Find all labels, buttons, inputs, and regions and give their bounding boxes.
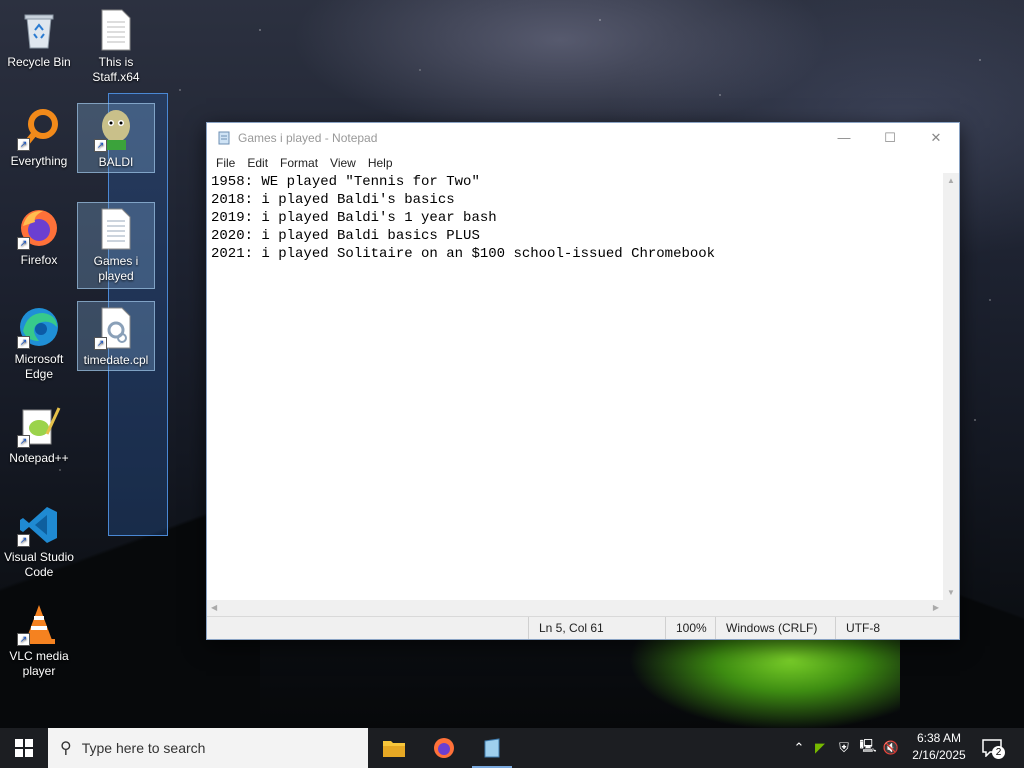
search-placeholder: Type here to search xyxy=(81,740,206,756)
taskbar: ⚲ Type here to search ⌃ ◤ ⛨ 🖳 🔇 6:38 AM … xyxy=(0,728,1024,768)
notepad-icon xyxy=(218,131,230,144)
desktop-icon-label: Everything xyxy=(10,154,68,168)
menu-view[interactable]: View xyxy=(324,156,362,170)
window-title: Games i played - Notepad xyxy=(238,130,378,145)
minimize-icon: — xyxy=(837,130,851,145)
horizontal-scrollbar[interactable]: ◀ ▶ xyxy=(207,600,943,616)
status-cursor-position: Ln 5, Col 61 xyxy=(528,617,604,639)
desktop-icon-label: Recycle Bin xyxy=(7,55,71,69)
desktop-icon-label: Visual Studio Code xyxy=(4,550,74,579)
taskbar-notepad[interactable] xyxy=(468,728,516,768)
desktop-icon-label: This is Staff.x64 xyxy=(92,55,140,84)
security-icon[interactable]: ⛨ xyxy=(832,740,856,756)
shortcut-arrow-icon: ↗ xyxy=(17,534,30,547)
vlc-icon: ↗ xyxy=(17,602,61,646)
desktop-icon-this-is-staff[interactable]: This is Staff.x64 xyxy=(78,4,154,90)
notepadpp-icon: ↗ xyxy=(17,404,61,448)
text-line: 2019: i played Baldi's 1 year bash xyxy=(211,210,497,226)
status-zoom: 100% xyxy=(665,617,707,639)
vscode-icon: ↗ xyxy=(17,503,61,547)
shortcut-arrow-icon: ↗ xyxy=(17,336,30,349)
desktop-icon-games-i-played[interactable]: Games i played xyxy=(77,202,155,289)
text-line: 1958: WE played "Tennis for Two" xyxy=(211,174,480,190)
volume-muted-icon[interactable]: 🔇 xyxy=(880,740,902,756)
edge-icon: ↗ xyxy=(17,305,61,349)
notepad-window[interactable]: Games i played - Notepad — ☐ ✕ File Edit… xyxy=(206,122,960,640)
vertical-scrollbar[interactable]: ▲ ▼ xyxy=(943,173,959,600)
chevron-up-icon[interactable]: ⌃ xyxy=(790,740,808,756)
desktop-icon-label: timedate.cpl xyxy=(83,353,149,367)
start-button[interactable] xyxy=(0,728,48,768)
menu-file[interactable]: File xyxy=(210,156,241,170)
desktop-icon-label: Microsoft Edge xyxy=(14,352,64,381)
scroll-up-icon[interactable]: ▲ xyxy=(947,176,955,185)
shortcut-arrow-icon: ↗ xyxy=(17,633,30,646)
shortcut-arrow-icon: ↗ xyxy=(17,435,30,448)
desktop-icon-timedate-cpl[interactable]: ↗ timedate.cpl xyxy=(77,301,155,371)
nvidia-icon[interactable]: ◤ xyxy=(808,740,832,756)
file-explorer-icon xyxy=(383,741,405,757)
desktop-icon-label: VLC media player xyxy=(9,649,69,678)
desktop-icon-label: BALDI xyxy=(98,155,134,169)
maximize-icon: ☐ xyxy=(884,129,896,145)
desktop-icon-firefox[interactable]: ↗ Firefox xyxy=(1,202,77,272)
system-tray: ⌃ ◤ ⛨ 🖳 🔇 xyxy=(790,728,902,768)
clock-date: 2/16/2025 xyxy=(912,748,966,762)
maximize-button[interactable]: ☐ xyxy=(867,123,913,152)
text-line: 2020: i played Baldi basics PLUS xyxy=(211,228,480,244)
notepad-file-icon xyxy=(94,207,138,251)
close-icon: ✕ xyxy=(930,129,942,145)
shortcut-arrow-icon: ↗ xyxy=(94,337,107,350)
taskbar-clock[interactable]: 6:38 AM 2/16/2025 xyxy=(906,730,972,764)
text-file-icon xyxy=(94,8,138,52)
shortcut-arrow-icon: ↗ xyxy=(17,138,30,151)
notification-center-button[interactable]: 2 xyxy=(980,736,1006,760)
baldi-icon: ↗ xyxy=(94,108,138,152)
desktop-icon-everything[interactable]: ↗ Everything xyxy=(1,103,77,173)
control-panel-file-icon: ↗ xyxy=(94,306,138,350)
desktop-icon-baldi[interactable]: ↗ BALDI xyxy=(77,103,155,173)
status-encoding: UTF-8 xyxy=(835,617,880,639)
notification-count-badge: 2 xyxy=(992,746,1005,759)
minimize-button[interactable]: — xyxy=(821,123,867,152)
clock-time: 6:38 AM xyxy=(916,731,962,745)
notepad-icon xyxy=(484,738,500,758)
close-button[interactable]: ✕ xyxy=(913,123,959,152)
desktop-icon-microsoft-edge[interactable]: ↗ Microsoft Edge xyxy=(1,301,77,387)
status-bar: Ln 5, Col 61 100% Windows (CRLF) UTF-8 xyxy=(207,616,959,639)
taskbar-file-explorer[interactable] xyxy=(370,728,418,768)
title-bar[interactable]: Games i played - Notepad — ☐ ✕ xyxy=(207,123,959,152)
everything-search-icon: ↗ xyxy=(17,107,61,151)
desktop-icon-notepadpp[interactable]: ↗ Notepad++ xyxy=(1,400,77,470)
desktop-icon-vlc[interactable]: ↗ VLC media player xyxy=(1,598,77,684)
menu-bar: File Edit Format View Help xyxy=(207,152,959,173)
desktop-icon-label: Games i played xyxy=(93,254,139,283)
windows-logo-icon xyxy=(15,739,33,757)
desktop-icon-label: Notepad++ xyxy=(9,451,69,465)
scroll-left-icon[interactable]: ◀ xyxy=(211,603,217,612)
recycle-bin-icon xyxy=(17,8,61,52)
network-icon[interactable]: 🖳 xyxy=(856,737,880,759)
text-editor[interactable]: 1958: WE played "Tennis for Two" 2018: i… xyxy=(207,173,943,600)
shortcut-arrow-icon: ↗ xyxy=(17,237,30,250)
shortcut-arrow-icon: ↗ xyxy=(94,139,107,152)
taskbar-search-box[interactable]: ⚲ Type here to search xyxy=(48,728,368,768)
text-line: 2021: i played Solitaire on an $100 scho… xyxy=(211,246,716,262)
text-line: 2018: i played Baldi's basics xyxy=(211,192,455,208)
status-line-ending: Windows (CRLF) xyxy=(715,617,817,639)
menu-help[interactable]: Help xyxy=(362,156,399,170)
desktop-icon-vscode[interactable]: ↗ Visual Studio Code xyxy=(1,499,77,585)
scrollbar-corner xyxy=(943,600,959,616)
scroll-down-icon[interactable]: ▼ xyxy=(947,588,955,597)
search-icon: ⚲ xyxy=(60,740,72,757)
scroll-right-icon[interactable]: ▶ xyxy=(933,603,939,612)
firefox-icon: ↗ xyxy=(17,206,61,250)
taskbar-firefox[interactable] xyxy=(420,728,468,768)
desktop-icon-recycle-bin[interactable]: Recycle Bin xyxy=(1,4,77,74)
firefox-icon xyxy=(434,738,454,758)
menu-edit[interactable]: Edit xyxy=(241,156,274,170)
desktop-icon-label: Firefox xyxy=(20,253,58,267)
menu-format[interactable]: Format xyxy=(274,156,324,170)
